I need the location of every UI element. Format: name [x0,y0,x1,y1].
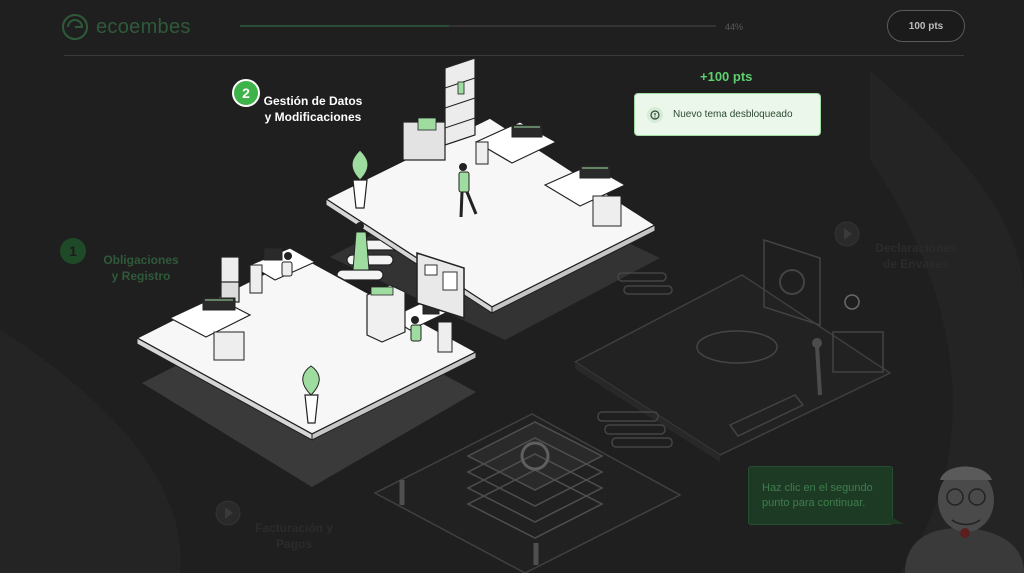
step-label-line1: Gestión de Datos [263,94,363,108]
map-stage: ecoembes 44% 100 pts 2 Gestión de Datos … [0,0,1024,573]
speech-bubble-tail [888,515,904,524]
top-bar: ecoembes 44% 100 pts [60,8,965,50]
info-icon [647,106,663,123]
header-divider [64,55,964,56]
step-label-line1: Obligaciones [103,253,179,267]
earned-points: +100 pts [700,69,753,84]
progress-bar [240,25,716,27]
step-label-4[interactable]: Facturación y Pagos [244,520,344,552]
progress-fill [240,25,450,27]
step-label-line2: y Modificaciones [264,110,362,124]
step-badge-2[interactable]: 2 [232,79,260,107]
step-label-3[interactable]: Declaraciones de Envases [866,240,966,272]
guide-speech-bubble: Haz clic en el segundo punto para contin… [748,466,893,525]
step-label-line2: de Envases [882,257,950,271]
step-label-line2: Pagos [275,537,312,551]
toast-text: Nuevo tema desbloqueado [673,109,793,120]
step-label-line1: Declaraciones [875,241,957,255]
step-label-line1: Facturación y [254,521,334,535]
points-button[interactable]: 100 pts [887,10,965,42]
unlock-toast: Nuevo tema desbloqueado [634,93,821,136]
step-label-line2: y Registro [111,269,171,283]
step-label-2[interactable]: Gestión de Datos y Modificaciones [258,93,368,125]
step-number: 1 [69,243,77,259]
step-number: 2 [242,85,250,101]
ecoembes-logo-icon [62,14,88,40]
step-badge-1[interactable]: 1 [60,238,86,264]
bg-sweep-left [0,330,181,573]
step-label-1[interactable]: Obligaciones y Registro [96,252,186,284]
progress-percent: 44% [725,22,744,32]
ecoembes-logo: ecoembes [60,12,191,42]
logo-text: ecoembes [96,15,191,38]
